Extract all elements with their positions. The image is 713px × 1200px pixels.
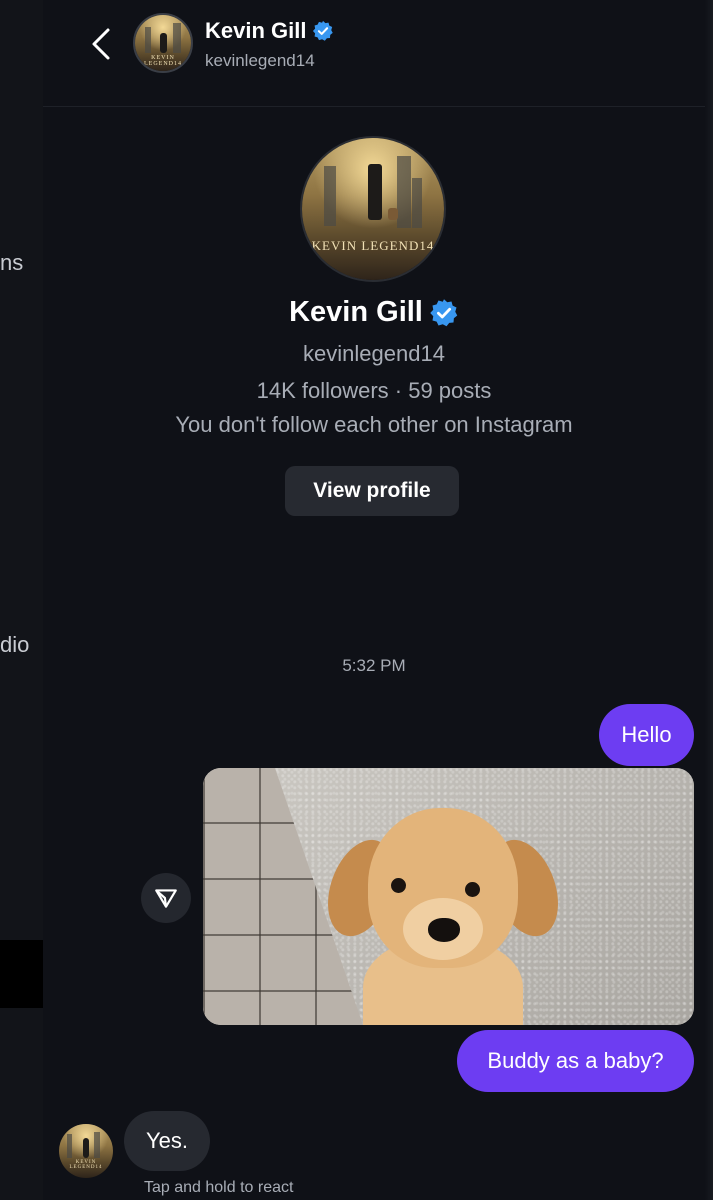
background-text-fragment: dio xyxy=(0,632,30,657)
profile-avatar[interactable]: KEVIN LEGEND14 xyxy=(300,136,446,282)
right-edge-strip xyxy=(705,0,713,1200)
poster-title: KEVIN LEGEND14 xyxy=(69,1160,103,1170)
send-icon xyxy=(155,889,177,908)
chat-panel: KEVIN LEGEND14 Kevin Gill kevinlegend14 … xyxy=(43,0,705,1200)
profile-name-row: Kevin Gill xyxy=(43,296,705,329)
react-hint: Tap and hold to react xyxy=(144,1179,294,1196)
sent-photo-message[interactable] xyxy=(203,768,694,1025)
puppy-nose xyxy=(428,918,460,942)
message-timestamp: 5:32 PM xyxy=(342,656,406,675)
profile-username: kevinlegend14 xyxy=(303,341,445,366)
profile-poster-image: KEVIN LEGEND14 xyxy=(302,138,444,280)
puppy-eye xyxy=(465,882,480,897)
profile-stats: 14K followers · 59 posts xyxy=(256,378,492,403)
profile-poster-image: KEVIN LEGEND14 xyxy=(59,1124,113,1178)
puppy-eye xyxy=(391,878,406,893)
sent-message-bubble[interactable]: Hello xyxy=(599,704,694,766)
header-avatar[interactable]: KEVIN LEGEND14 xyxy=(133,13,193,73)
header-username: kevinlegend14 xyxy=(205,51,315,70)
profile-name: Kevin Gill xyxy=(289,296,423,328)
verified-badge-icon xyxy=(430,298,458,326)
chat-header: KEVIN LEGEND14 Kevin Gill kevinlegend14 xyxy=(43,0,705,107)
header-name: Kevin Gill xyxy=(205,18,307,43)
background-dark-block xyxy=(0,940,43,1008)
sender-avatar[interactable]: KEVIN LEGEND14 xyxy=(59,1124,113,1178)
background-text-fragment: ns xyxy=(0,250,24,275)
view-profile-button[interactable]: View profile xyxy=(285,466,459,516)
received-message-bubble[interactable]: Yes. xyxy=(124,1111,210,1171)
verified-badge-icon xyxy=(313,20,334,41)
background-window-strip: ns dio xyxy=(0,0,43,1200)
sent-message-bubble[interactable]: Buddy as a baby? xyxy=(457,1030,694,1092)
poster-title: KEVIN LEGEND14 xyxy=(311,238,435,253)
profile-poster-image: KEVIN LEGEND14 xyxy=(135,15,191,71)
chevron-left-icon xyxy=(92,28,110,60)
share-button[interactable] xyxy=(141,873,191,923)
back-button[interactable] xyxy=(81,22,121,66)
follow-status-note: You don't follow each other on Instagram xyxy=(175,412,573,437)
poster-title: KEVIN LEGEND14 xyxy=(144,55,182,67)
header-title[interactable]: Kevin Gill xyxy=(205,18,334,44)
